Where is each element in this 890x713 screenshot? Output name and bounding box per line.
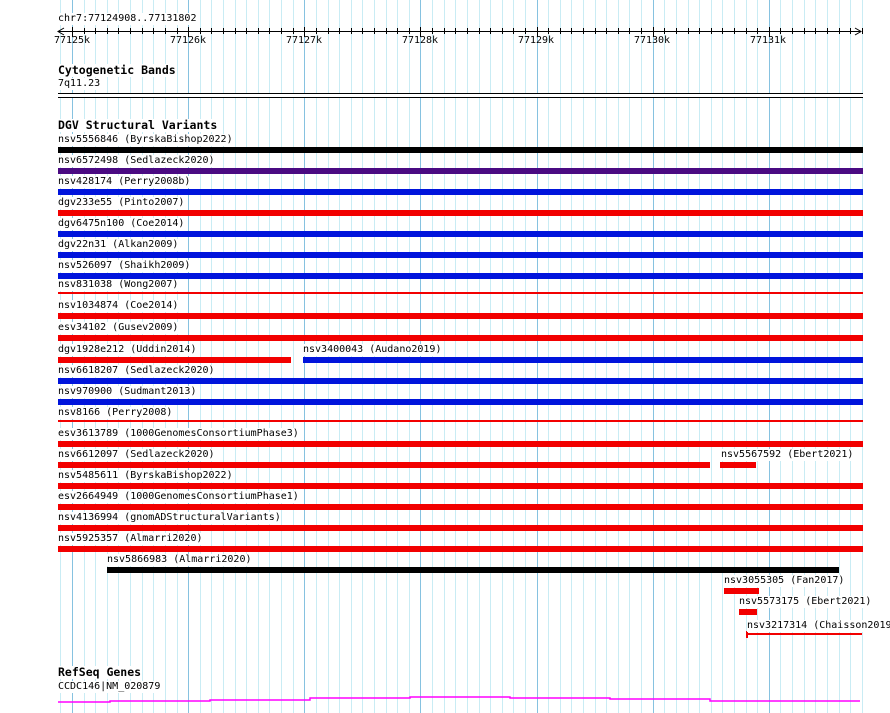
variant-bar[interactable] — [58, 147, 863, 153]
variant-bar[interactable] — [58, 231, 863, 237]
variant-bar[interactable] — [58, 525, 863, 531]
refseq-genes-title: RefSeq Genes — [58, 665, 142, 679]
variant-label[interactable]: nsv1034874 (Coe2014) — [58, 300, 179, 312]
refseq-gene-line[interactable] — [58, 696, 860, 703]
variant-label[interactable]: nsv970900 (Sudmant2013) — [58, 386, 197, 398]
ruler-tick-label: 77127k — [285, 35, 323, 46]
variant-label[interactable]: nsv3055305 (Fan2017) — [724, 575, 845, 587]
variant-bar[interactable] — [58, 441, 863, 447]
variant-label[interactable]: dgv233e55 (Pinto2007) — [58, 197, 185, 209]
variant-label[interactable]: nsv6612097 (Sedlazeck2020) — [58, 449, 215, 461]
variant-label[interactable]: esv2664949 (1000GenomesConsortiumPhase1) — [58, 491, 299, 503]
ruler-tick-label: 77129k — [517, 35, 555, 46]
variant-bar[interactable] — [58, 335, 863, 341]
variant-label[interactable]: nsv4136994 (gnomADStructuralVariants) — [58, 512, 281, 524]
variant-bar[interactable] — [58, 273, 863, 279]
variant-label[interactable]: nsv5866983 (Almarri2020) — [107, 554, 252, 566]
variant-label[interactable]: nsv5485611 (ByrskaBishop2022) — [58, 470, 233, 482]
cytogenetic-bands-title: Cytogenetic Bands — [58, 63, 176, 77]
variant-label[interactable]: esv34102 (Gusev2009) — [58, 322, 179, 334]
variant-bar[interactable] — [720, 462, 756, 468]
variant-bar-left-cap — [746, 631, 748, 638]
ruler-tick-label: 77131k — [749, 35, 787, 46]
variant-bar[interactable] — [58, 313, 863, 319]
variant-label[interactable]: dgv6475n100 (Coe2014) — [58, 218, 185, 230]
ruler-tick-label: 77126k — [169, 35, 207, 46]
variant-bar[interactable] — [724, 588, 759, 594]
refseq-gene-label[interactable]: CCDC146|NM_020879 — [58, 681, 161, 693]
ruler-tick-label: 77130k — [633, 35, 671, 46]
region-title: chr7:77124908..77131802 — [58, 13, 197, 25]
variant-label[interactable]: nsv5567592 (Ebert2021) — [721, 449, 854, 461]
variant-bar[interactable] — [58, 399, 863, 405]
variant-label[interactable]: nsv428174 (Perry2008b) — [58, 176, 191, 188]
variant-label[interactable]: nsv6572498 (Sedlazeck2020) — [58, 155, 215, 167]
variant-label[interactable]: nsv5925357 (Almarri2020) — [58, 533, 203, 545]
variant-label[interactable]: dgv1928e212 (Uddin2014) — [58, 344, 197, 356]
variant-label[interactable]: nsv6618207 (Sedlazeck2020) — [58, 365, 215, 377]
variant-label[interactable]: esv3613789 (1000GenomesConsortiumPhase3) — [58, 428, 299, 440]
variant-bar[interactable] — [58, 504, 863, 510]
variant-bar[interactable] — [58, 252, 863, 258]
variant-label[interactable]: nsv831038 (Wong2007) — [58, 279, 179, 291]
variant-label[interactable]: nsv5573175 (Ebert2021) — [739, 596, 872, 608]
variant-bar[interactable] — [58, 357, 291, 363]
genome-browser-view: chr7:77124908..77131802 77125k 77126k 7712… — [0, 0, 890, 713]
variant-bar[interactable] — [58, 168, 863, 174]
variant-bar[interactable] — [58, 546, 863, 552]
variant-bar[interactable] — [303, 357, 863, 363]
variant-label[interactable]: nsv8166 (Perry2008) — [58, 407, 173, 419]
variant-bar[interactable] — [58, 483, 863, 489]
variant-bar[interactable] — [107, 567, 839, 573]
variant-bar[interactable] — [739, 609, 757, 615]
variant-label[interactable]: nsv3400043 (Audano2019) — [303, 344, 442, 356]
variant-bar[interactable] — [58, 210, 863, 216]
variant-bar[interactable] — [58, 189, 863, 195]
variant-bar[interactable] — [58, 292, 863, 294]
cytoband-track-rect[interactable] — [58, 93, 863, 98]
variant-bar[interactable] — [58, 420, 863, 422]
variant-bar[interactable] — [58, 378, 863, 384]
ruler-tick-label: 77125k — [53, 35, 91, 46]
variant-bar[interactable] — [58, 462, 710, 468]
cytoband-label[interactable]: 7q11.23 — [58, 78, 101, 90]
variant-bar[interactable] — [746, 633, 862, 635]
variant-label[interactable]: nsv526097 (Shaikh2009) — [58, 260, 191, 272]
dgv-structural-variants-title: DGV Structural Variants — [58, 118, 218, 132]
variant-label[interactable]: nsv5556846 (ByrskaBishop2022) — [58, 134, 233, 146]
variant-label[interactable]: nsv3217314 (Chaisson2019) — [747, 620, 890, 632]
ruler-tick-label: 77128k — [401, 35, 439, 46]
variant-label[interactable]: dgv22n31 (Alkan2009) — [58, 239, 179, 251]
